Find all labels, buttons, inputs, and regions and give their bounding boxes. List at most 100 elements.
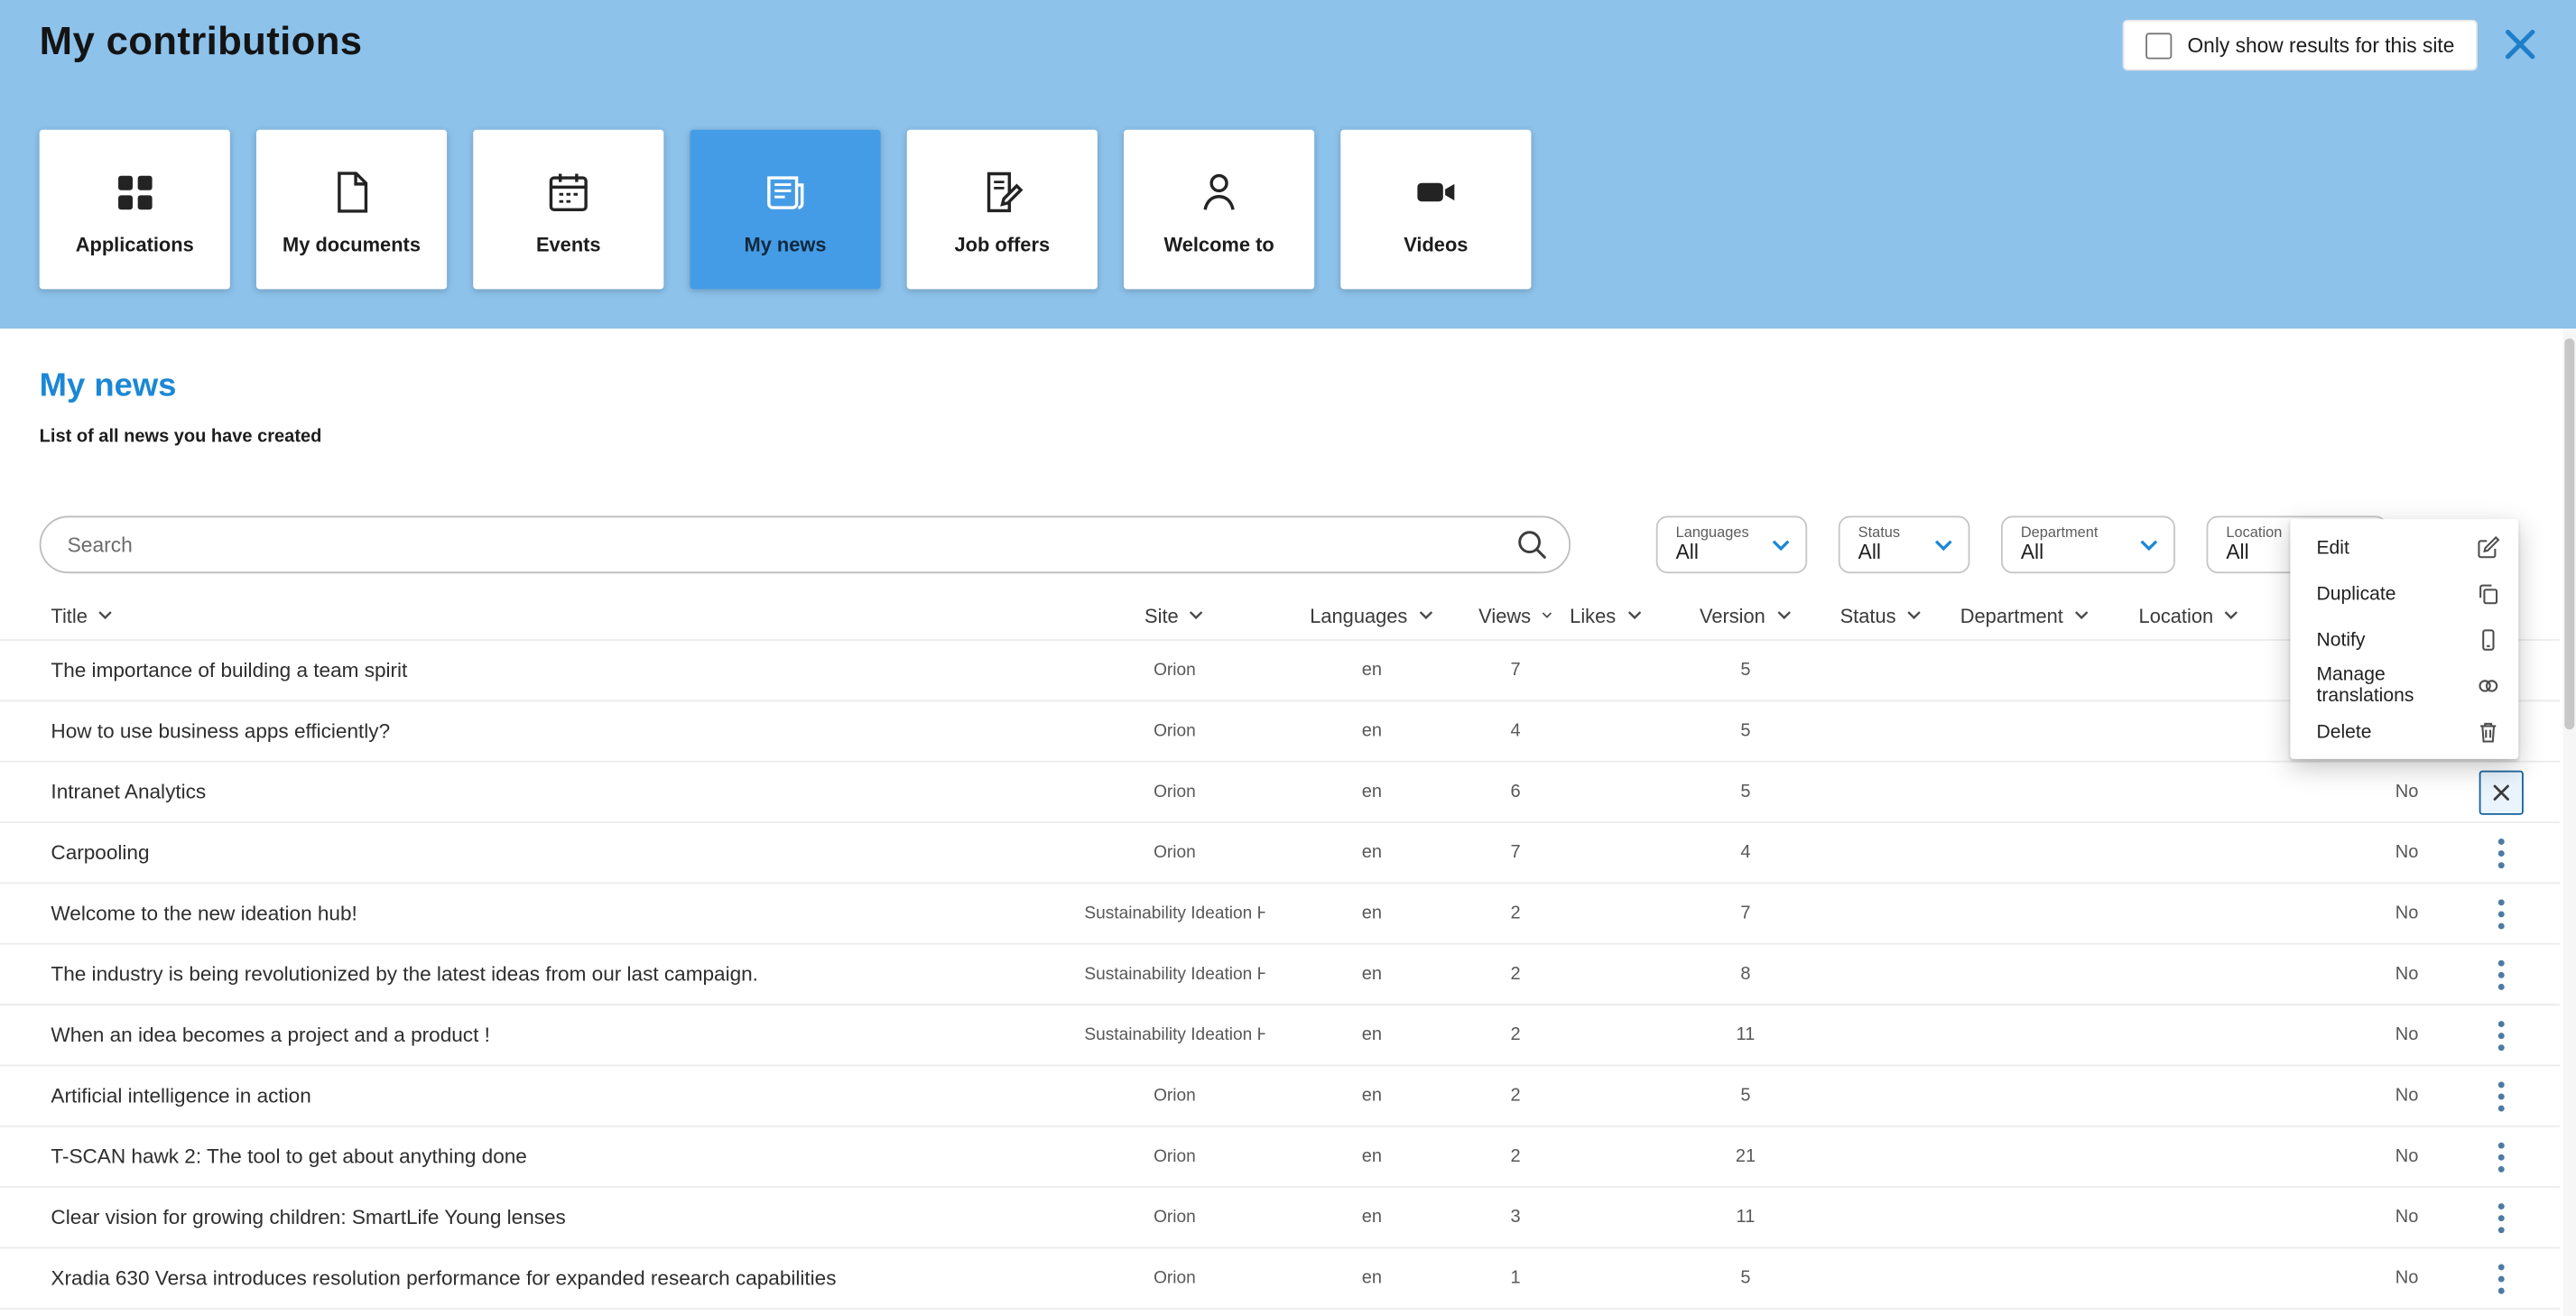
table-row: T-SCAN hawk 2: The tool to get about any… — [0, 1127, 2560, 1188]
filter-bar: LanguagesAllStatusAllDepartmentAllLocati… — [1656, 516, 2387, 574]
languages-cell: en — [1265, 721, 1479, 741]
row-context-menu: EditDuplicate Notify Manage translationsDe… — [2290, 519, 2518, 759]
tab-events[interactable]: Events — [473, 130, 663, 290]
tab-label: My documents — [283, 233, 421, 255]
content-type-tabs: Applications My documents Events My news Job… — [40, 130, 1532, 290]
version-cell: 11 — [1659, 1025, 1831, 1045]
filter-languages[interactable]: LanguagesAll — [1656, 516, 1807, 574]
only-this-site-label: Only show results for this site — [2187, 33, 2454, 56]
menu-item-delete[interactable]: Delete — [2290, 709, 2518, 755]
views-cell: 2 — [1478, 1025, 1552, 1045]
views-cell: 2 — [1478, 1146, 1552, 1166]
tab-label: My news — [745, 233, 827, 255]
filter-value: All — [2021, 542, 2099, 565]
sort-icon — [1626, 609, 1642, 621]
flag-cell: No — [2349, 904, 2464, 923]
title-cell[interactable]: Welcome to the new ideation hub! — [0, 902, 1084, 924]
views-cell: 1 — [1478, 1268, 1552, 1288]
languages-cell: en — [1265, 1146, 1479, 1166]
table-row: CarpoolingOrionen74No — [0, 823, 2560, 884]
column-header-department[interactable]: Department — [1931, 604, 2119, 626]
tab-applications[interactable]: Applications — [40, 130, 230, 290]
column-header-title[interactable]: Title — [0, 604, 1084, 626]
title-cell[interactable]: Xradia 630 Versa introduces resolution p… — [0, 1266, 1084, 1289]
row-menu-button[interactable] — [2480, 892, 2523, 934]
sort-icon — [1905, 609, 1922, 621]
row-menu-button[interactable] — [2480, 1014, 2523, 1056]
table-row: Welcome to the new ideation hub!Sustaina… — [0, 884, 2560, 944]
column-label: Title — [51, 604, 87, 626]
kebab-icon — [2497, 1019, 2506, 1051]
row-menu-button[interactable] — [2480, 1135, 2523, 1178]
flag-cell: No — [2349, 1086, 2464, 1106]
sort-icon — [2223, 609, 2239, 621]
column-header-languages[interactable]: Languages — [1265, 604, 1479, 626]
actions-cell — [2464, 1014, 2538, 1056]
translations-icon — [2476, 672, 2500, 697]
actions-cell — [2464, 1196, 2538, 1238]
title-cell[interactable]: Carpooling — [0, 841, 1084, 864]
column-label: Languages — [1310, 604, 1407, 626]
flag-cell: No — [2349, 964, 2464, 984]
flag-cell: No — [2349, 782, 2464, 802]
version-cell: 8 — [1659, 964, 1831, 984]
menu-item-manage-translations[interactable]: Manage translations — [2290, 663, 2518, 709]
filter-status[interactable]: StatusAll — [1839, 516, 1970, 574]
column-header-site[interactable]: Site — [1084, 604, 1265, 626]
column-header-likes[interactable]: Likes — [1552, 604, 1659, 626]
column-header-views[interactable]: Views — [1478, 604, 1552, 626]
row-menu-button[interactable] — [2480, 1196, 2523, 1238]
title-cell[interactable]: When an idea becomes a project and a pro… — [0, 1024, 1084, 1046]
tab-my-documents[interactable]: My documents — [256, 130, 447, 290]
actions-cell — [2464, 953, 2538, 996]
actions-cell — [2464, 1256, 2538, 1299]
kebab-icon — [2497, 837, 2506, 868]
only-this-site-filter[interactable]: Only show results for this site — [2123, 20, 2477, 70]
tab-videos[interactable]: Videos — [1340, 130, 1531, 290]
title-cell[interactable]: Clear vision for growing children: Smart… — [0, 1206, 1084, 1228]
title-cell[interactable]: Artificial intelligence in action — [0, 1084, 1084, 1107]
search-icon[interactable] — [1516, 529, 1548, 561]
views-cell: 7 — [1478, 661, 1552, 681]
menu-item-label: Notify — [2316, 628, 2365, 650]
column-header-status[interactable]: Status — [1832, 604, 1931, 626]
tab-my-news[interactable]: My news — [690, 130, 880, 290]
version-cell: 7 — [1659, 904, 1831, 923]
tab-welcome-to[interactable]: Welcome to — [1124, 130, 1314, 290]
views-cell: 2 — [1478, 964, 1552, 984]
title-cell[interactable]: T-SCAN hawk 2: The tool to get about any… — [0, 1145, 1084, 1168]
menu-item-notify[interactable]: Notify — [2290, 616, 2518, 663]
views-cell: 6 — [1478, 782, 1552, 802]
column-header-location[interactable]: Location — [2119, 604, 2259, 626]
version-cell: 5 — [1659, 782, 1831, 802]
column-label: Views — [1478, 604, 1531, 626]
table-body: The importance of building a team spirit… — [0, 641, 2560, 1310]
title-cell[interactable]: How to use business apps efficiently? — [0, 719, 1084, 742]
row-menu-button[interactable] — [2480, 831, 2523, 874]
column-header-version[interactable]: Version — [1659, 604, 1831, 626]
my-contributions-panel: My contributions Only show results for t… — [0, 0, 2576, 1316]
title-cell[interactable]: The importance of building a team spirit — [0, 659, 1084, 681]
edit-icon — [2476, 534, 2500, 559]
filter-department[interactable]: DepartmentAll — [2001, 516, 2175, 574]
close-row-menu-button[interactable] — [2479, 770, 2524, 814]
title-cell[interactable]: Intranet Analytics — [0, 781, 1084, 803]
vertical-scrollbar[interactable] — [2563, 329, 2576, 1316]
menu-item-edit[interactable]: Edit — [2290, 524, 2518, 570]
menu-item-duplicate[interactable]: Duplicate — [2290, 570, 2518, 616]
row-menu-button[interactable] — [2480, 1256, 2523, 1299]
row-menu-button[interactable] — [2480, 1074, 2523, 1117]
row-menu-button[interactable] — [2480, 953, 2523, 996]
title-cell[interactable]: The industry is being revolutionized by … — [0, 963, 1084, 986]
close-button[interactable] — [2497, 22, 2544, 68]
page-title: My contributions — [40, 20, 363, 66]
tab-job-offers[interactable]: Job offers — [907, 130, 1098, 290]
column-label: Department — [1960, 604, 2063, 626]
search-box — [40, 516, 1571, 574]
close-row-icon — [2492, 783, 2510, 801]
table-row: How to use business apps efficiently?Ori… — [0, 701, 2560, 762]
only-this-site-checkbox[interactable] — [2146, 32, 2173, 58]
site-cell: Orion — [1084, 1146, 1265, 1166]
search-input[interactable] — [42, 533, 1517, 556]
scrollbar-thumb[interactable] — [2564, 338, 2574, 729]
